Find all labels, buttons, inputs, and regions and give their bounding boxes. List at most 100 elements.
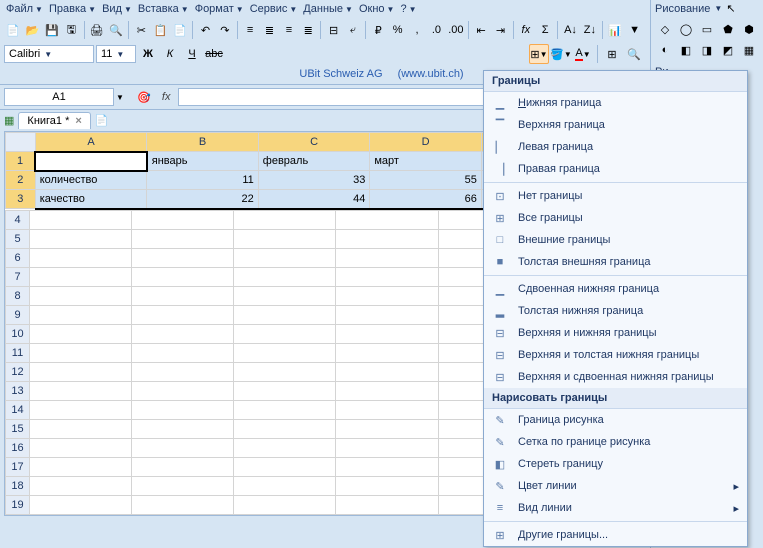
merge-icon[interactable]: ⊟ xyxy=(324,20,342,40)
shape8-icon[interactable]: ◨ xyxy=(697,40,717,60)
align-center-icon[interactable]: ≣ xyxy=(260,20,278,40)
menu-file[interactable]: Файл▼ xyxy=(4,2,45,16)
cell[interactable] xyxy=(336,210,438,229)
fill-color-icon[interactable]: 🪣▼ xyxy=(551,44,571,64)
undo-icon[interactable]: ↶ xyxy=(196,20,214,40)
cell[interactable] xyxy=(234,305,336,324)
cell[interactable] xyxy=(132,210,234,229)
cell[interactable] xyxy=(30,324,132,343)
cell[interactable] xyxy=(336,343,438,362)
cut-icon[interactable]: ✂ xyxy=(132,20,150,40)
cell[interactable] xyxy=(30,381,132,400)
shape5-icon[interactable]: ⬢ xyxy=(739,19,759,39)
cell[interactable] xyxy=(132,248,234,267)
cell[interactable] xyxy=(234,267,336,286)
cell[interactable] xyxy=(132,476,234,495)
line-style[interactable]: ≡Вид линии▸ xyxy=(484,497,747,519)
line-color[interactable]: ✎Цвет линии▸ xyxy=(484,475,747,497)
cell[interactable] xyxy=(30,438,132,457)
border-left[interactable]: ▏Левая граница xyxy=(484,136,747,158)
paste-icon[interactable]: 📄 xyxy=(171,20,189,40)
cell[interactable]: 66 xyxy=(370,190,482,209)
cell[interactable] xyxy=(132,229,234,248)
border-all[interactable]: ⊞Все границы xyxy=(484,207,747,229)
menu-format[interactable]: Формат▼ xyxy=(193,2,246,16)
cell[interactable] xyxy=(336,305,438,324)
cell[interactable]: 22 xyxy=(147,190,259,209)
copy-icon[interactable]: 📋 xyxy=(152,20,170,40)
cell[interactable] xyxy=(132,305,234,324)
menu-help[interactable]: ?▼ xyxy=(398,2,418,16)
sum-icon[interactable]: Σ xyxy=(536,20,554,40)
row-9[interactable]: 9 xyxy=(6,305,30,324)
comma-icon[interactable]: , xyxy=(408,20,426,40)
cell[interactable] xyxy=(234,229,336,248)
indent-dec-icon[interactable]: ⇤ xyxy=(472,20,490,40)
cell[interactable] xyxy=(132,438,234,457)
cell[interactable] xyxy=(336,400,438,419)
open-icon[interactable]: 📂 xyxy=(23,20,41,40)
drawing-label[interactable]: Рисование xyxy=(655,3,710,15)
align-right-icon[interactable]: ≡ xyxy=(280,20,298,40)
cell[interactable]: 44 xyxy=(258,190,370,209)
menu-window[interactable]: Окно▼ xyxy=(357,2,396,16)
cell[interactable] xyxy=(234,324,336,343)
cell[interactable] xyxy=(30,229,132,248)
italic-icon[interactable]: К xyxy=(160,44,180,64)
cell[interactable] xyxy=(336,248,438,267)
cell[interactable] xyxy=(132,286,234,305)
border-thick[interactable]: ■Толстая внешняя граница xyxy=(484,251,747,273)
preview-icon[interactable]: 🔍 xyxy=(107,20,125,40)
print-icon[interactable]: 🖨 xyxy=(87,20,105,40)
cell[interactable]: 11 xyxy=(147,171,259,190)
col-D[interactable]: D xyxy=(370,133,482,152)
cell[interactable] xyxy=(234,419,336,438)
cell[interactable]: январь xyxy=(147,152,259,171)
cell[interactable] xyxy=(336,438,438,457)
border-dbl-bottom[interactable]: ▁Сдвоенная нижняя граница xyxy=(484,278,747,300)
cell[interactable] xyxy=(234,476,336,495)
cell[interactable] xyxy=(234,438,336,457)
row-8[interactable]: 8 xyxy=(6,286,30,305)
cell[interactable]: качество xyxy=(35,190,147,209)
cell[interactable] xyxy=(30,400,132,419)
font-size-combo[interactable]: 11▼ xyxy=(96,45,136,63)
underline-icon[interactable]: Ч xyxy=(182,44,202,64)
row-7[interactable]: 7 xyxy=(6,267,30,286)
save-icon[interactable]: 💾 xyxy=(43,20,61,40)
indent-inc-icon[interactable]: ⇥ xyxy=(491,20,509,40)
menu-data[interactable]: Данные▼ xyxy=(301,2,355,16)
name-box[interactable]: A1 xyxy=(4,88,114,106)
wrap-icon[interactable]: ⤶ xyxy=(344,20,362,40)
cell[interactable] xyxy=(132,457,234,476)
bold-icon[interactable]: Ж xyxy=(138,44,158,64)
chart-icon[interactable]: 📊 xyxy=(606,20,624,40)
company-link[interactable]: UBit Schweiz AG xyxy=(299,68,382,80)
cell[interactable] xyxy=(30,457,132,476)
font-name-combo[interactable]: Calibri▼ xyxy=(4,45,94,63)
cell[interactable]: 55 xyxy=(370,171,482,190)
cell[interactable] xyxy=(336,324,438,343)
cell[interactable] xyxy=(336,419,438,438)
draw-border-grid[interactable]: ✎Сетка по границе рисунка xyxy=(484,431,747,453)
saveas-icon[interactable]: 🖫 xyxy=(62,20,80,40)
row-15[interactable]: 15 xyxy=(6,419,30,438)
border-thick-bottom[interactable]: ▂Толстая нижняя граница xyxy=(484,300,747,322)
cell[interactable] xyxy=(35,152,147,171)
shape10-icon[interactable]: ▦ xyxy=(739,40,759,60)
border-outer[interactable]: □Внешние границы xyxy=(484,229,747,251)
border-right[interactable]: ▕Правая граница xyxy=(484,158,747,180)
cell[interactable]: февраль xyxy=(258,152,370,171)
cell[interactable] xyxy=(30,362,132,381)
fx-icon[interactable]: fx xyxy=(517,20,535,40)
cell[interactable] xyxy=(234,343,336,362)
percent-icon[interactable]: % xyxy=(388,20,406,40)
cell[interactable] xyxy=(336,267,438,286)
shape1-icon[interactable]: ◇ xyxy=(655,19,675,39)
shape2-icon[interactable]: ◯ xyxy=(676,19,696,39)
border-bottom[interactable]: ▁ННижняя границаижняя граница xyxy=(484,92,747,114)
cell[interactable] xyxy=(30,248,132,267)
cell[interactable] xyxy=(30,476,132,495)
cell[interactable] xyxy=(30,343,132,362)
cell[interactable] xyxy=(234,400,336,419)
